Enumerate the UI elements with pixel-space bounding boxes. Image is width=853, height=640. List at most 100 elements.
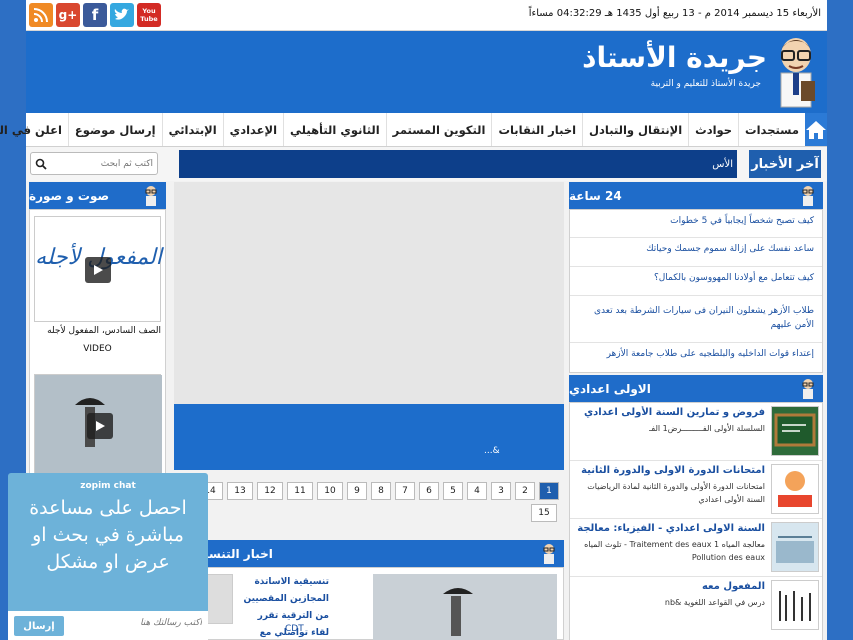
nav-item-news[interactable]: مستجدات xyxy=(738,113,805,146)
page-button-12[interactable]: 12 xyxy=(257,482,283,500)
list-item[interactable]: طلاب الأزهر يشعلون النيران فى سيارات الش… xyxy=(570,296,822,343)
play-icon[interactable] xyxy=(85,257,111,283)
page-button-9[interactable]: 9 xyxy=(347,482,367,500)
item-description: درس في القواعد اللغوية &nb xyxy=(664,598,765,607)
list-item[interactable]: ساعد نفسك على إزالة سموم جسمك وحياتك xyxy=(570,238,822,267)
mascot-small-icon xyxy=(802,186,814,206)
play-icon[interactable] xyxy=(87,413,113,439)
item-title[interactable]: السنة الاولى اعدادي - الفيزياء: معالجة xyxy=(573,522,765,536)
chalkboard-thumbnail xyxy=(771,406,819,456)
list-item[interactable]: فروض و تمارين السنة الأولى اعدادي السلسل… xyxy=(570,403,822,461)
page-button-4[interactable]: 4 xyxy=(467,482,487,500)
slider-caption[interactable]: ...& xyxy=(174,404,564,470)
video-thumbnail-1[interactable]: المفعول لأجله xyxy=(34,216,162,322)
list-item[interactable]: كيف تصبح شخصاً إيجابياً في 5 خطوات xyxy=(570,210,822,238)
coordination-news-panel: تنسيقية الاساتذة المجازين المقصيين من ال… xyxy=(174,567,564,640)
site-header: جريدة الأستاذ جريدة الأستاذ للتعليم و ال… xyxy=(26,31,827,113)
item-description: السلسلة الأولى الفـــــــــرض1 الفـ xyxy=(649,424,765,433)
item-description: امتحانات الدورة الأولى والدورة الثانية ل… xyxy=(587,482,765,504)
mascot-small-icon xyxy=(543,544,555,564)
nav-item-advertise[interactable]: اعلن في الموقع xyxy=(0,113,68,146)
nav-item-transfer[interactable]: الإنتقال والتبادل xyxy=(582,113,688,146)
twitter-bird xyxy=(114,8,129,20)
video-thumbnail-2[interactable] xyxy=(34,374,162,475)
live-chat-widget[interactable]: zopim chat احصل على مساعدة مباشرة في بحث… xyxy=(8,473,208,640)
main-navigation: مستجدات حوادث الإنتقال والتبادل اخبار ال… xyxy=(0,113,827,147)
youtube-icon[interactable]: You Tube xyxy=(137,3,161,27)
grammar-thumbnail xyxy=(771,580,819,630)
page-button-5[interactable]: 5 xyxy=(443,482,463,500)
chat-message-input[interactable] xyxy=(82,618,202,628)
right-column: 24 ساعة كيف تصبح شخصاً إيجابياً في 5 خطو… xyxy=(569,182,823,640)
box-first-year-header: الاولى اعدادي xyxy=(569,375,823,402)
video-label-1: VIDEO xyxy=(83,344,112,354)
chat-composer: إرسال xyxy=(8,611,208,640)
nav-item-unions[interactable]: اخبار النقابات xyxy=(491,113,582,146)
latest-news-label: آخر الأخبار xyxy=(749,150,821,178)
page-button-6[interactable]: 6 xyxy=(419,482,439,500)
coordination-news-header: اخبار التنسيقيات xyxy=(174,540,564,567)
page-button-15[interactable]: 15 xyxy=(531,504,557,522)
item-description: معالجة المياه 1 Traitement des eaux - تل… xyxy=(584,540,765,562)
video-caption-1[interactable]: الصف السادس، المفعول لأجله xyxy=(34,326,161,336)
chat-send-button[interactable]: إرسال xyxy=(14,616,64,636)
facebook-icon[interactable]: f xyxy=(83,3,107,27)
middle-column: ...& 1 2 3 4 5 6 7 8 9 10 11 12 13 14 15… xyxy=(174,182,564,640)
nav-item-submit-topic[interactable]: إرسال موضوع xyxy=(67,113,162,146)
rss-glyph xyxy=(33,8,48,23)
coordination-item-title[interactable]: تنسيقية الاساتذة المجازين المقصيين من ال… xyxy=(237,574,329,640)
box-24h-title[interactable]: 24 ساعة xyxy=(569,189,622,203)
chat-brand-logo: zopim chat xyxy=(80,481,136,491)
page-button-2[interactable]: 2 xyxy=(515,482,535,500)
page-button-8[interactable]: 8 xyxy=(371,482,391,500)
top-bar: g+ f You Tube الأربعاء 15 ديسمبر 2014 م … xyxy=(26,0,827,31)
item-title[interactable]: امتحانات الدورة الاولى والدورة الثانية xyxy=(573,464,765,478)
coordination-item-tag[interactable]: CDT xyxy=(285,624,304,634)
list-item[interactable]: إعتداء قوات الداخليه والبلطجيه على طلاب … xyxy=(570,343,822,372)
page-button-1[interactable]: 1 xyxy=(539,482,559,500)
twitter-icon[interactable] xyxy=(110,3,134,27)
page-button-3[interactable]: 3 xyxy=(491,482,511,500)
box-first-year-list: فروض و تمارين السنة الأولى اعدادي السلسل… xyxy=(569,402,823,640)
list-item[interactable]: امتحانات الدورة الاولى والدورة الثانية ا… xyxy=(570,461,822,519)
item-title[interactable]: فروض و تمارين السنة الأولى اعدادي xyxy=(573,406,765,420)
list-item[interactable]: السنة الاولى اعدادي - الفيزياء: معالجة م… xyxy=(570,519,822,577)
search-icon[interactable] xyxy=(35,158,47,170)
news-ticker[interactable]: الأس xyxy=(179,150,737,178)
list-item[interactable]: المفعول معه درس في القواعد اللغوية &nb xyxy=(570,577,822,635)
page-button-11[interactable]: 11 xyxy=(287,482,313,500)
page-button-13[interactable]: 13 xyxy=(227,482,253,500)
page-button-7[interactable]: 7 xyxy=(395,482,415,500)
site-logo-subtitle: جريدة الأستاذ للتعليم و التربية xyxy=(650,79,761,89)
mascot-small-icon xyxy=(145,186,157,206)
chat-greeting: احصل على مساعدة مباشرة في بحث او عرض او … xyxy=(29,497,187,573)
teacher-mascot-icon[interactable] xyxy=(771,33,821,111)
nav-item-training[interactable]: التكوين المستمر xyxy=(385,113,492,146)
page-button-10[interactable]: 10 xyxy=(317,482,343,500)
box-first-year-title[interactable]: الاولى اعدادي xyxy=(569,382,651,396)
search-box xyxy=(30,152,158,175)
site-logo-title[interactable]: جريدة الأستاذ xyxy=(582,41,767,74)
latest-news-bar: آخر الأخبار الأس xyxy=(26,147,827,181)
nav-item-primary[interactable]: الإبتدائي xyxy=(161,113,223,146)
search-input[interactable] xyxy=(53,153,153,174)
coordination-news-image[interactable] xyxy=(373,574,557,640)
current-date: الأربعاء 15 ديسمبر 2014 م - 13 ربيع أول … xyxy=(528,8,821,19)
box-24h-header: 24 ساعة xyxy=(569,182,823,209)
google-plus-icon[interactable]: g+ xyxy=(56,3,80,27)
rss-icon[interactable] xyxy=(29,3,53,27)
audio-video-title[interactable]: صوت و صورة xyxy=(29,189,109,203)
nav-item-incidents[interactable]: حوادث xyxy=(688,113,738,146)
box-24h-list: كيف تصبح شخصاً إيجابياً في 5 خطوات ساعد … xyxy=(569,209,823,373)
nav-item-secondary[interactable]: الثانوي التأهيلي xyxy=(283,113,386,146)
mascot-small-icon xyxy=(802,379,814,399)
math-thumbnail xyxy=(771,464,819,514)
nav-item-middle-school[interactable]: الإعدادي xyxy=(222,113,283,146)
audio-video-header: صوت و صورة xyxy=(29,182,166,209)
home-icon xyxy=(806,120,826,139)
list-item[interactable]: كيف تتعامل مع أولادنا المهووسون بالكمال؟ xyxy=(570,267,822,296)
featured-slider-image[interactable] xyxy=(174,182,564,404)
item-title[interactable]: المفعول معه xyxy=(573,580,765,594)
water-treatment-thumbnail xyxy=(771,522,819,572)
home-button[interactable] xyxy=(805,113,827,146)
